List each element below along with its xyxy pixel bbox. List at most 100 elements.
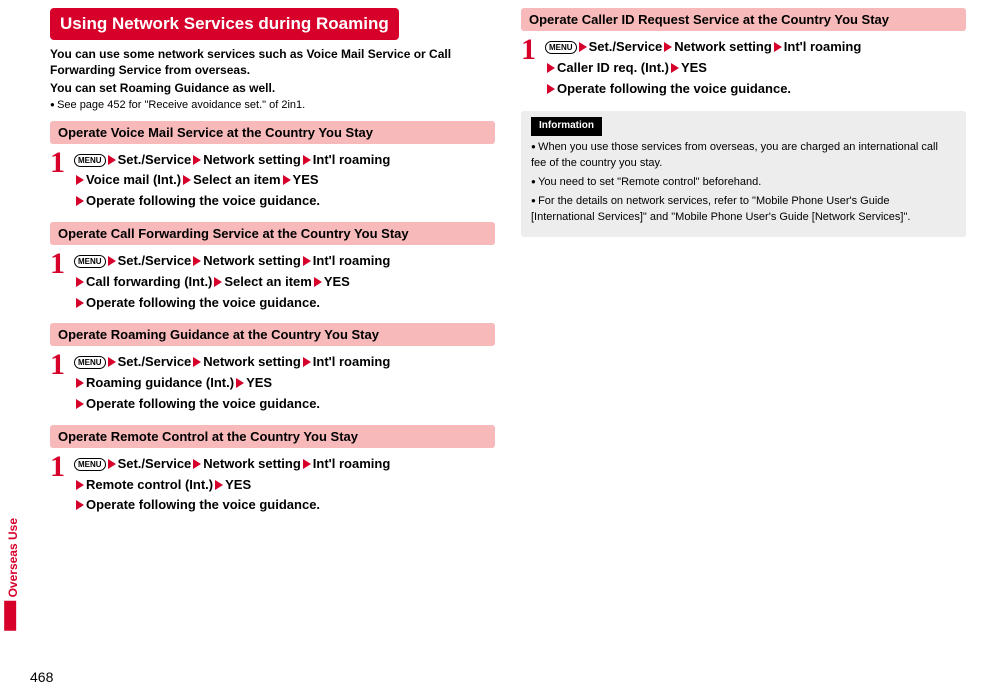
arrow-icon <box>76 378 84 388</box>
arrow-icon <box>214 277 222 287</box>
arrow-icon <box>183 175 191 185</box>
step-body: MENU Set./Service Network setting Int'l roa… <box>545 35 966 99</box>
path-seg: Roaming guidance (Int.) <box>86 375 234 390</box>
step-number: 1 <box>50 350 74 414</box>
menu-key-icon: MENU <box>74 458 106 471</box>
step-row: 1 MENUSet./ServiceNetwork settingInt'l r… <box>521 35 966 99</box>
step-row: 1 MENU Set./Service Network setting Int'l r… <box>50 452 495 516</box>
arrow-icon <box>193 256 201 266</box>
step-number: 1 <box>50 148 74 212</box>
section-heading: Operate Call Forwarding Service at the C… <box>50 222 495 245</box>
step-body: MENU Set./Service Network setting Int'l roa… <box>74 148 495 212</box>
section-heading: Operate Remote Control at the Country Yo… <box>50 425 495 448</box>
information-box: Information When you use those services … <box>521 111 966 236</box>
path-seg: Set./Service <box>118 456 192 471</box>
final-instruction: Operate following the voice guidance. <box>86 295 320 310</box>
arrow-icon <box>283 175 291 185</box>
arrow-icon <box>215 480 223 490</box>
path-seg: Voice mail (Int.) <box>86 172 181 187</box>
final-instruction: Operate following the voice guidance. <box>86 497 320 512</box>
step-row: 1 MENU Set./Service Network setting Int'l r… <box>50 350 495 414</box>
arrow-icon <box>108 155 116 165</box>
step-row: 1 MENU Set./Service Network setting Int'l r… <box>50 249 495 313</box>
path-seg: YES <box>681 60 707 75</box>
column-right: Operate Caller ID Request Service at the… <box>521 8 966 516</box>
path-seg: Network setting <box>203 456 301 471</box>
path-seg: Set./Service <box>118 354 192 369</box>
path-seg: Set./Service <box>118 253 192 268</box>
information-label: Information <box>531 117 602 136</box>
section-heading: Operate Caller ID Request Service at the… <box>521 8 966 31</box>
arrow-icon <box>671 63 679 73</box>
arrow-icon <box>108 357 116 367</box>
arrow-icon <box>108 256 116 266</box>
path-seg: Network setting <box>203 253 301 268</box>
path-seg: YES <box>324 274 350 289</box>
arrow-icon <box>193 357 201 367</box>
path-seg: Int'l roaming <box>313 152 390 167</box>
arrow-icon <box>547 63 555 73</box>
side-tab-label: Overseas Use <box>6 518 20 597</box>
column-left: Using Network Services during Roaming Yo… <box>50 8 495 516</box>
arrow-icon <box>664 42 672 52</box>
main-title: Using Network Services during Roaming <box>50 8 399 40</box>
path-seg: Int'l roaming <box>784 39 861 54</box>
page-number: 468 <box>30 669 53 685</box>
arrow-icon <box>579 42 587 52</box>
info-item: For the details on network services, ref… <box>531 194 956 226</box>
step-body: MENU Set./Service Network setting Int'l roa… <box>74 452 495 516</box>
arrow-icon <box>193 459 201 469</box>
arrow-icon <box>314 277 322 287</box>
intro-line-2: You can set Roaming Guidance as well. <box>50 80 495 96</box>
arrow-icon <box>547 84 555 94</box>
path-seg: Int'l roaming <box>313 253 390 268</box>
path-seg: Caller ID req. (Int.) <box>557 60 669 75</box>
section-heading: Operate Voice Mail Service at the Countr… <box>50 121 495 144</box>
arrow-icon <box>108 459 116 469</box>
path-seg: Network setting <box>203 152 301 167</box>
arrow-icon <box>193 155 201 165</box>
arrow-icon <box>76 399 84 409</box>
path-seg: Select an item <box>224 274 311 289</box>
section-heading: Operate Roaming Guidance at the Country … <box>50 323 495 346</box>
information-list: When you use those services from oversea… <box>531 140 956 226</box>
arrow-icon <box>774 42 782 52</box>
step-number: 1 <box>50 249 74 313</box>
path-seg: Int'l roaming <box>313 456 390 471</box>
menu-key-icon: MENU <box>74 154 106 167</box>
intro-line-1: You can use some network services such a… <box>50 46 495 78</box>
path-seg: YES <box>293 172 319 187</box>
final-instruction: Operate following the voice guidance. <box>86 396 320 411</box>
arrow-icon <box>76 480 84 490</box>
path-seg: Int'l roaming <box>313 354 390 369</box>
menu-key-icon: MENU <box>74 255 106 268</box>
content-columns: Using Network Services during Roaming Yo… <box>0 0 998 524</box>
arrow-icon <box>76 500 84 510</box>
path-seg: Network setting <box>203 354 301 369</box>
path-seg: YES <box>246 375 272 390</box>
final-instruction: Operate following the voice guidance. <box>557 81 791 96</box>
step-row: 1 MENU Set./Service Network setting Int'l r… <box>50 148 495 212</box>
arrow-icon <box>76 175 84 185</box>
path-seg: YES <box>225 477 251 492</box>
arrow-icon <box>76 298 84 308</box>
arrow-icon <box>303 256 311 266</box>
arrow-icon <box>303 357 311 367</box>
side-tab: Overseas Use <box>4 518 20 637</box>
path-seg: Select an item <box>193 172 280 187</box>
menu-key-icon: MENU <box>545 41 577 54</box>
arrow-icon <box>303 459 311 469</box>
step-number: 1 <box>50 452 74 516</box>
final-instruction: Operate following the voice guidance. <box>86 193 320 208</box>
menu-key-icon: MENU <box>74 356 106 369</box>
step-body: MENU Set./Service Network setting Int'l roa… <box>74 350 495 414</box>
step-body: MENU Set./Service Network setting Int'l roa… <box>74 249 495 313</box>
side-tab-block <box>4 601 16 631</box>
arrow-icon <box>236 378 244 388</box>
note-line: See page 452 for "Receive avoidance set.… <box>50 99 495 111</box>
path-seg: Set./Service <box>118 152 192 167</box>
path-seg: Set./Service <box>589 39 663 54</box>
path-seg: Network setting <box>674 39 772 54</box>
arrow-icon <box>76 196 84 206</box>
arrow-icon <box>76 277 84 287</box>
